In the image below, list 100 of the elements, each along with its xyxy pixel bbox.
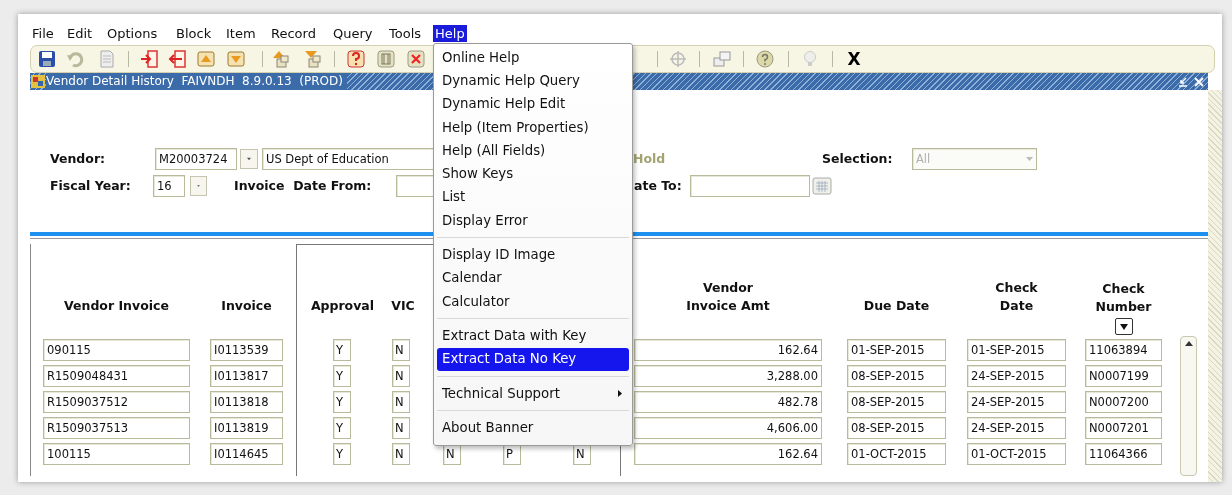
menu-item[interactable]: Display Error bbox=[437, 209, 629, 233]
menu-item[interactable]: Dynamic Help Query bbox=[437, 69, 629, 93]
menu-item[interactable]: Technical Support bbox=[437, 381, 629, 406]
sort-button[interactable] bbox=[1114, 318, 1133, 335]
database-icon[interactable] bbox=[376, 49, 396, 69]
table-cell[interactable]: 08-SEP-2015 bbox=[847, 417, 946, 439]
menu-item[interactable]: Extract Data with Key bbox=[437, 324, 629, 348]
menu-item[interactable]: Help (All Fields) bbox=[437, 139, 629, 163]
column-header: Invoice bbox=[220, 297, 273, 315]
table-cell[interactable]: 482.78 bbox=[634, 391, 822, 413]
menu-item[interactable]: Dynamic Help Edit bbox=[437, 92, 629, 116]
table-cell[interactable]: N bbox=[392, 339, 410, 361]
menu-item[interactable]: Help bbox=[433, 25, 467, 42]
column-header: Approval bbox=[309, 297, 376, 315]
date-to-field[interactable] bbox=[690, 175, 810, 197]
table-cell[interactable]: Y bbox=[333, 417, 351, 439]
table-cell[interactable]: 08-SEP-2015 bbox=[847, 365, 946, 387]
field-label: Hold bbox=[633, 149, 667, 168]
dropdown-icon bbox=[1026, 157, 1033, 161]
help-icon[interactable] bbox=[755, 49, 775, 69]
table-cell[interactable]: 24-SEP-2015 bbox=[967, 417, 1066, 439]
table-cell[interactable]: Y bbox=[333, 365, 351, 387]
table-cell[interactable]: N bbox=[392, 417, 410, 439]
field-label: Invoice Date From: bbox=[234, 176, 373, 195]
delete-icon[interactable] bbox=[406, 49, 426, 69]
table-cell[interactable]: I0114645 bbox=[210, 443, 283, 465]
table-cell[interactable]: 3,288.00 bbox=[634, 365, 822, 387]
page-arrow-out-icon[interactable] bbox=[168, 49, 188, 69]
up-triangle-stack-icon[interactable] bbox=[270, 49, 290, 69]
menu-item[interactable]: Record bbox=[269, 25, 318, 42]
table-cell[interactable]: 24-SEP-2015 bbox=[967, 365, 1066, 387]
table-cell[interactable]: 162.64 bbox=[634, 339, 822, 361]
calendar-icon[interactable] bbox=[812, 177, 832, 195]
table-cell[interactable]: Y bbox=[333, 443, 351, 465]
table-cell[interactable]: 01-OCT-2015 bbox=[847, 443, 946, 465]
fiscal-year-field[interactable]: 16 bbox=[153, 175, 185, 197]
table-cell[interactable]: N0007200 bbox=[1085, 391, 1162, 413]
table-cell[interactable]: N bbox=[392, 443, 410, 465]
table-cell[interactable]: 01-SEP-2015 bbox=[847, 339, 946, 361]
dropdown-button[interactable] bbox=[240, 149, 258, 169]
table-cell[interactable]: 4,606.00 bbox=[634, 417, 822, 439]
table-cell[interactable]: 08-SEP-2015 bbox=[847, 391, 946, 413]
table-cell[interactable]: 162.64 bbox=[634, 443, 822, 465]
menu-item[interactable]: Show Keys bbox=[437, 162, 629, 186]
menu-item[interactable]: Block bbox=[174, 25, 214, 42]
stack-icon[interactable] bbox=[712, 49, 732, 69]
table-cell[interactable]: I0113539 bbox=[210, 339, 283, 361]
table-cell[interactable]: 01-SEP-2015 bbox=[967, 339, 1066, 361]
minimize-icon[interactable] bbox=[1177, 75, 1189, 88]
table-cell[interactable]: N bbox=[392, 365, 410, 387]
table-cell[interactable]: R1509037512 bbox=[43, 391, 190, 413]
column-header: Vendor Invoice bbox=[63, 297, 170, 315]
table-cell[interactable]: 100115 bbox=[43, 443, 190, 465]
table-cell[interactable]: R1509037513 bbox=[43, 417, 190, 439]
down-triangle-stack-icon[interactable] bbox=[302, 49, 322, 69]
undo-icon[interactable] bbox=[66, 49, 86, 69]
menu-item[interactable]: Calculator bbox=[437, 289, 629, 314]
submenu-arrow-icon bbox=[617, 389, 623, 398]
table-cell[interactable]: 24-SEP-2015 bbox=[967, 391, 1066, 413]
menu-item[interactable]: Online Help bbox=[437, 46, 629, 70]
menu-item[interactable]: List bbox=[437, 185, 629, 210]
menu-item[interactable]: Extract Data No Key bbox=[437, 347, 629, 371]
page-icon[interactable] bbox=[97, 49, 117, 69]
table-cell[interactable]: 11063894 bbox=[1085, 339, 1162, 361]
page-arrow-in-icon[interactable] bbox=[140, 49, 160, 69]
question-icon[interactable] bbox=[346, 49, 366, 69]
crosshair-icon[interactable] bbox=[668, 49, 688, 69]
menu-item[interactable]: Tools bbox=[387, 25, 424, 42]
vendor-id-field[interactable]: M20003724 bbox=[155, 148, 237, 170]
menu-item[interactable]: Calendar bbox=[437, 266, 629, 290]
table-cell[interactable]: Y bbox=[333, 391, 351, 413]
menu-item[interactable]: Help (Item Properties) bbox=[437, 115, 629, 140]
menu-item[interactable]: About Banner bbox=[437, 416, 629, 440]
table-cell[interactable]: I0113818 bbox=[210, 391, 283, 413]
menu-item[interactable]: Options bbox=[105, 25, 160, 42]
field-label: Vendor: bbox=[50, 149, 107, 168]
menu-item[interactable]: File bbox=[30, 25, 56, 42]
menu-item[interactable]: Item bbox=[224, 25, 258, 42]
caret-icon bbox=[1118, 322, 1129, 331]
table-cell[interactable]: I0113817 bbox=[210, 365, 283, 387]
menu-item[interactable]: Edit bbox=[65, 25, 95, 42]
menu-item[interactable]: Display ID Image bbox=[437, 243, 629, 267]
column-header: Vendor Invoice Amt bbox=[685, 279, 771, 315]
close-icon[interactable] bbox=[1193, 75, 1205, 88]
save-icon[interactable] bbox=[37, 49, 57, 69]
table-cell[interactable]: N0007201 bbox=[1085, 417, 1162, 439]
table-cell[interactable]: 090115 bbox=[43, 339, 190, 361]
scroll-up-icon[interactable] bbox=[1183, 340, 1194, 347]
exit-button[interactable]: X bbox=[847, 49, 861, 69]
table-cell[interactable]: I0113819 bbox=[210, 417, 283, 439]
table-cell[interactable]: Y bbox=[333, 339, 351, 361]
menu-item[interactable]: Query bbox=[331, 25, 375, 42]
table-cell[interactable]: N bbox=[392, 391, 410, 413]
table-cell[interactable]: 01-OCT-2015 bbox=[967, 443, 1066, 465]
scrollbar[interactable] bbox=[1180, 336, 1197, 476]
table-cell[interactable]: N0007199 bbox=[1085, 365, 1162, 387]
table-cell[interactable]: R1509048431 bbox=[43, 365, 190, 387]
dropdown-button[interactable] bbox=[190, 176, 207, 196]
table-cell[interactable]: 11064366 bbox=[1085, 443, 1162, 465]
window-title: Vendor Detail History FAIVNDH 8.9.0.13 (PROD) bbox=[46, 73, 347, 90]
